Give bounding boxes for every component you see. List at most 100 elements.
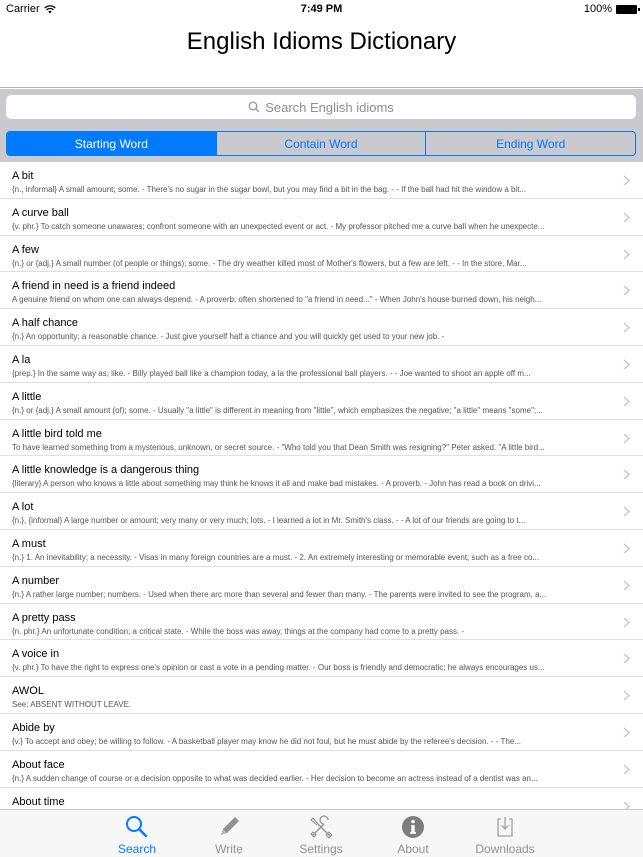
tab-search[interactable]: Search xyxy=(97,810,177,857)
idiom-title: A voice in xyxy=(12,648,60,661)
chevron-right-icon xyxy=(623,617,631,628)
idiom-definition: {n.}, {informal} A large number or amoun… xyxy=(12,516,526,526)
list-item[interactable]: A curve ball {v. phr.} To catch someone u… xyxy=(0,199,643,236)
idiom-title: A bit xyxy=(12,170,34,182)
tab-search-label: Search xyxy=(117,842,157,856)
chevron-right-icon xyxy=(623,175,631,186)
idiom-list[interactable]: A bit {n., informal} A small amount; some… xyxy=(0,162,643,810)
idiom-definition: See: ABSENT WITHOUT LEAVE. xyxy=(12,700,132,710)
chevron-right-icon xyxy=(623,396,631,407)
idiom-definition: {n.} or {adj.} A small amount (of); some… xyxy=(12,405,543,415)
chevron-right-icon xyxy=(623,543,631,554)
list-item[interactable]: A half chance {n.} An opportunity; a reas… xyxy=(0,309,643,346)
idiom-definition: {v. phr.} To have the right to express o… xyxy=(12,663,545,673)
idiom-title: A curve ball xyxy=(12,206,69,219)
list-item[interactable]: A little knowledge is a dangerous thing {… xyxy=(0,456,643,494)
list-item[interactable]: About time xyxy=(0,788,643,810)
idiom-title: A little bird told me xyxy=(12,427,102,440)
idiom-title: A must xyxy=(12,537,46,550)
tab-bar: Search Write Settings About Downloads xyxy=(0,809,643,857)
download-icon xyxy=(497,817,513,837)
idiom-definition: {n.} 1. An inevitability; a necessity. -… xyxy=(12,552,540,562)
list-item[interactable]: A bit {n., informal} A small amount; some… xyxy=(0,162,643,199)
search-icon xyxy=(248,101,260,113)
idiom-definition: {n. phr.} An unfortunate condition; a cr… xyxy=(12,626,465,636)
idiom-title: A few xyxy=(12,243,39,256)
idiom-definition: {v.} To accept and obey; be willing to f… xyxy=(12,736,521,746)
idiom-title: A la xyxy=(12,353,31,366)
battery-icon xyxy=(616,4,640,14)
list-item[interactable]: A pretty pass {n. phr.} An unfortunate co… xyxy=(0,604,643,641)
list-item[interactable]: A number {n.} A rather large number; numb… xyxy=(0,567,643,604)
idiom-definition: {literary} A person who knows a little a… xyxy=(12,479,541,489)
idiom-title: About time xyxy=(12,795,65,808)
list-item[interactable]: About face {n.} A sudden change of course… xyxy=(0,751,643,788)
idiom-definition: To have learned something from a mysteri… xyxy=(12,442,545,452)
tab-downloads[interactable]: Downloads xyxy=(465,810,545,857)
idiom-definition: {n., informal} A small amount; some. - T… xyxy=(12,185,527,194)
list-item[interactable]: A little bird told me To have learned som… xyxy=(0,420,643,457)
idiom-title: A pretty pass xyxy=(12,611,76,624)
idiom-title: A number xyxy=(12,574,60,587)
tab-settings[interactable]: Settings xyxy=(281,810,361,857)
idiom-definition: {n.} A sudden change of course or a deci… xyxy=(12,773,538,783)
list-item[interactable]: A lot {n.}, {informal} A large number or … xyxy=(0,493,643,530)
chevron-right-icon xyxy=(623,653,631,664)
pencil-icon xyxy=(221,817,239,835)
list-item[interactable]: AWOL See: ABSENT WITHOUT LEAVE. xyxy=(0,677,643,714)
search-placeholder: Search English idioms xyxy=(265,99,394,115)
idiom-definition: {prep.} In the same way as; like. - Bill… xyxy=(12,368,531,378)
status-time: 7:49 PM xyxy=(300,3,343,15)
idiom-title: A little xyxy=(12,390,42,403)
idiom-definition: {n.} or {adj.} A small number (of people… xyxy=(12,258,527,268)
search-area: Search English idioms Starting Word Cont… xyxy=(0,89,643,162)
idiom-title: A little knowledge is a dangerous thing xyxy=(12,464,200,477)
idiom-title: AWOL xyxy=(12,685,44,698)
idiom-definition: {n.} An opportunity; a reasonable chance… xyxy=(12,332,445,342)
idiom-title: A friend in need is a friend indeed xyxy=(12,280,176,293)
chevron-right-icon xyxy=(623,580,631,591)
idiom-title: About face xyxy=(12,758,65,771)
search-mode-segmented-control: Starting Word Contain Word Ending Word xyxy=(6,131,636,156)
idiom-definition: {v. phr.} To catch someone unawares; con… xyxy=(12,221,545,231)
tab-write[interactable]: Write xyxy=(189,810,269,857)
battery-percent: 100% xyxy=(583,3,612,15)
screen: Carrier 7:49 PM 100% English Idioms Dict… xyxy=(0,0,643,857)
list-item[interactable]: A friend in need is a friend indeed A gen… xyxy=(0,272,643,310)
list-item[interactable]: A few {n.} or {adj.} A small number (of p… xyxy=(0,236,643,273)
idiom-title: Abide by xyxy=(12,721,55,734)
chevron-right-icon xyxy=(623,249,631,260)
tab-about[interactable]: About xyxy=(373,810,453,857)
search-input[interactable]: Search English idioms xyxy=(6,95,636,119)
segment-ending-word[interactable]: Ending Word xyxy=(425,132,635,155)
chevron-right-icon xyxy=(623,764,631,775)
chevron-right-icon xyxy=(623,359,631,370)
segment-starting-word[interactable]: Starting Word xyxy=(7,132,216,155)
chevron-right-icon xyxy=(623,690,631,701)
chevron-right-icon xyxy=(623,212,631,223)
wrench-screwdriver-icon xyxy=(310,815,333,839)
idiom-definition: {n.} A rather large number; numbers. - U… xyxy=(12,589,547,599)
search-icon xyxy=(126,816,148,838)
info-icon xyxy=(402,816,424,838)
tab-write-label: Write xyxy=(215,842,243,856)
list-item[interactable]: A voice in {v. phr.} To have the right to… xyxy=(0,640,643,678)
list-item[interactable]: A la {prep.} In the same way as; like. - … xyxy=(0,346,643,383)
segment-contain-word[interactable]: Contain Word xyxy=(215,132,426,155)
list-item[interactable]: A must {n.} 1. An inevitability; a necess… xyxy=(0,530,643,567)
idiom-definition: A genuine friend on whom one can always … xyxy=(12,295,542,305)
chevron-right-icon xyxy=(623,433,631,444)
chevron-right-icon xyxy=(623,506,631,517)
chevron-right-icon xyxy=(623,469,631,480)
idiom-title: A lot xyxy=(12,501,34,514)
idiom-title: A half chance xyxy=(12,317,79,330)
page-title: English Idioms Dictionary xyxy=(186,28,457,55)
nav-bar: English Idioms Dictionary xyxy=(0,18,643,88)
status-bar: Carrier 7:49 PM 100% xyxy=(0,0,643,18)
tab-settings-label: Settings xyxy=(299,842,343,856)
chevron-right-icon xyxy=(623,727,631,738)
tab-downloads-label: Downloads xyxy=(475,842,535,856)
list-item[interactable]: Abide by {v.} To accept and obey; be will… xyxy=(0,714,643,751)
list-item[interactable]: A little {n.} or {adj.} A small amount (o… xyxy=(0,383,643,420)
status-right: 100% xyxy=(583,3,640,15)
